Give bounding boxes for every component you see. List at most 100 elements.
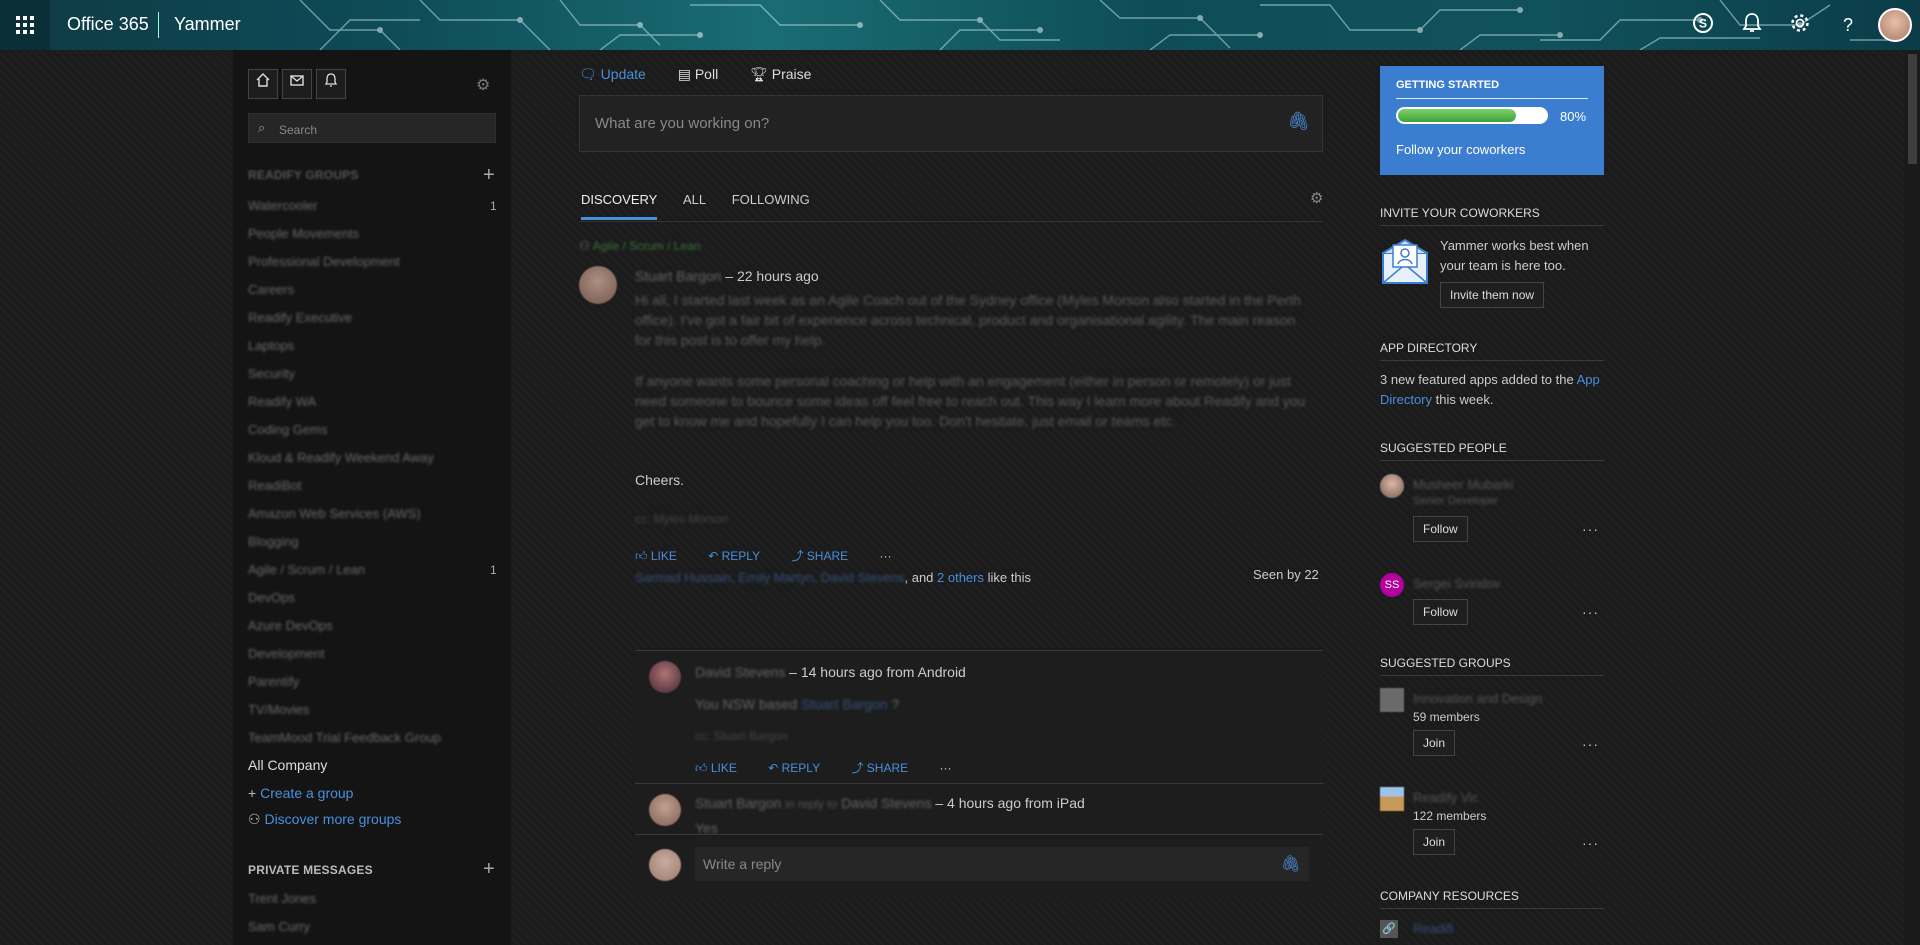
- likes-others-link[interactable]: 2 others: [937, 570, 984, 585]
- scrollbar-thumb[interactable]: [1908, 54, 1917, 164]
- more-options-icon[interactable]: ···: [1582, 736, 1599, 752]
- group-item[interactable]: Coding Gems: [248, 422, 327, 437]
- person-name[interactable]: Musheer Mubarki: [1413, 477, 1513, 492]
- person-initials-avatar[interactable]: SS: [1380, 573, 1404, 597]
- group-item[interactable]: TeamMood Trial Feedback Group: [248, 730, 441, 745]
- group-item[interactable]: DevOps: [248, 590, 295, 605]
- like-button[interactable]: 👍︎ LIKE: [635, 549, 691, 563]
- write-reply-row: Write a reply 🖇: [635, 834, 1323, 898]
- pm-item[interactable]: Trent Jones: [248, 891, 316, 906]
- post-author-avatar[interactable]: [579, 266, 617, 304]
- pm-item[interactable]: Sam Curry: [248, 919, 310, 934]
- help-icon[interactable]: ?: [1835, 12, 1861, 38]
- publisher-input[interactable]: What are you working on? 🖇: [579, 95, 1323, 152]
- skype-icon[interactable]: S: [1690, 12, 1716, 38]
- create-group-link[interactable]: + Create a group: [248, 785, 353, 801]
- invite-button[interactable]: Invite them now: [1440, 282, 1545, 308]
- reply-meta[interactable]: – 4 hours ago from iPad: [935, 795, 1084, 811]
- more-options-icon[interactable]: ···: [879, 549, 891, 563]
- group-item[interactable]: Agile / Scrum / Lean: [248, 562, 365, 577]
- group-item[interactable]: Blogging: [248, 534, 299, 549]
- home-icon: [256, 73, 270, 87]
- group-item[interactable]: Readify WA: [248, 394, 316, 409]
- settings-gear-icon[interactable]: ⚙: [476, 75, 490, 95]
- post-time[interactable]: – 22 hours ago: [725, 268, 818, 284]
- group-all-company[interactable]: All Company: [248, 757, 327, 773]
- group-name[interactable]: Innovation and Design: [1413, 691, 1542, 706]
- group-avatar[interactable]: [1380, 787, 1404, 811]
- more-options-icon[interactable]: ···: [939, 761, 951, 775]
- group-item[interactable]: People Movements: [248, 226, 359, 241]
- share-button[interactable]: ⤴ SHARE: [791, 549, 862, 563]
- add-group-icon[interactable]: +: [483, 165, 495, 185]
- reply-button[interactable]: ↶ REPLY: [768, 761, 834, 775]
- group-item[interactable]: Development: [248, 646, 325, 661]
- attachment-icon[interactable]: 🖇: [1287, 111, 1310, 132]
- join-button[interactable]: Join: [1413, 829, 1456, 855]
- gear-icon[interactable]: [1787, 12, 1813, 38]
- bell-icon[interactable]: [1739, 12, 1765, 38]
- notifications-button[interactable]: [316, 69, 346, 99]
- group-item[interactable]: TV/Movies: [248, 702, 309, 717]
- likers-list[interactable]: Sarmad Hussain, Emily Martyn, David Stev…: [635, 570, 904, 585]
- page-scrollbar[interactable]: [1905, 50, 1920, 945]
- getting-started-card[interactable]: GETTING STARTED 80% Follow your coworker…: [1380, 66, 1604, 175]
- feed-settings-gear-icon[interactable]: ⚙: [1310, 189, 1323, 207]
- reply-button[interactable]: ↶ REPLY: [708, 549, 774, 563]
- group-item[interactable]: Parentify: [248, 674, 299, 689]
- seen-count[interactable]: Seen by 22: [1253, 567, 1319, 582]
- search-input[interactable]: ⌕ Search: [248, 113, 496, 143]
- office365-brand[interactable]: Office 365: [67, 14, 149, 35]
- group-item[interactable]: Amazon Web Services (AWS): [248, 506, 421, 521]
- inbox-button[interactable]: [282, 69, 312, 99]
- group-item[interactable]: Watercooler: [248, 198, 318, 213]
- like-button[interactable]: 👍︎ LIKE: [695, 761, 751, 775]
- current-user-avatar: [649, 849, 681, 881]
- follow-button[interactable]: Follow: [1413, 599, 1468, 625]
- group-item[interactable]: Kloud & Readify Weekend Away: [248, 450, 434, 465]
- tab-following[interactable]: FOLLOWING: [732, 192, 810, 217]
- tab-praise[interactable]: 🏆︎ Praise: [750, 66, 825, 82]
- tab-all[interactable]: ALL: [683, 192, 706, 217]
- app-launcher-button[interactable]: [0, 0, 50, 50]
- group-item[interactable]: Readify Executive: [248, 310, 352, 325]
- more-options-icon[interactable]: ···: [1582, 835, 1599, 851]
- reply-input[interactable]: Write a reply 🖇: [695, 847, 1309, 881]
- group-item[interactable]: Careers: [248, 282, 294, 297]
- tab-discovery[interactable]: DISCOVERY: [581, 192, 658, 220]
- more-options-icon[interactable]: ···: [1582, 521, 1599, 537]
- home-button[interactable]: [248, 69, 278, 99]
- post-group-tag[interactable]: ⚇ Agile / Scrum / Lean: [579, 239, 701, 253]
- tab-poll[interactable]: ▤ Poll: [678, 66, 732, 82]
- resource-link[interactable]: Readifi: [1413, 921, 1453, 936]
- reply-meta[interactable]: – 14 hours ago from Android: [789, 664, 966, 680]
- reply-target[interactable]: David Stevens: [841, 795, 931, 811]
- group-item[interactable]: Azure DevOps: [248, 618, 333, 633]
- group-item[interactable]: Security: [248, 366, 295, 381]
- share-button[interactable]: ⤴ SHARE: [851, 761, 922, 775]
- reply-author[interactable]: Stuart Bargon: [695, 795, 781, 811]
- reply-author[interactable]: David Stevens: [695, 664, 785, 680]
- more-options-icon[interactable]: ···: [1582, 604, 1599, 620]
- join-button[interactable]: Join: [1413, 730, 1456, 756]
- main-feed: 🗨 Update ▤ Poll 🏆︎ Praise What are you w…: [513, 50, 1393, 945]
- post-author[interactable]: Stuart Bargon: [635, 268, 721, 284]
- discover-groups-link[interactable]: ⚇ Discover more groups: [248, 811, 401, 828]
- attachment-icon[interactable]: 🖇: [1281, 854, 1301, 874]
- group-item[interactable]: Professional Development: [248, 254, 400, 269]
- group-name[interactable]: Readify Vic: [1413, 790, 1479, 805]
- user-avatar[interactable]: [1878, 8, 1912, 42]
- group-item[interactable]: Laptops: [248, 338, 294, 353]
- tab-update[interactable]: 🗨 Update: [579, 66, 660, 82]
- person-avatar[interactable]: [1380, 474, 1404, 498]
- getting-started-next-step[interactable]: Follow your coworkers: [1396, 142, 1525, 157]
- reply-author-avatar[interactable]: [649, 794, 681, 826]
- group-item[interactable]: ReadiBot: [248, 478, 301, 493]
- post-header: Stuart Bargon – 22 hours ago: [635, 268, 819, 284]
- group-avatar[interactable]: [1380, 688, 1404, 712]
- app-name[interactable]: Yammer: [174, 14, 241, 35]
- new-message-icon[interactable]: +: [483, 859, 495, 879]
- follow-button[interactable]: Follow: [1413, 516, 1468, 542]
- reply-author-avatar[interactable]: [649, 661, 681, 693]
- person-name[interactable]: Sergei Sviridov: [1413, 576, 1500, 591]
